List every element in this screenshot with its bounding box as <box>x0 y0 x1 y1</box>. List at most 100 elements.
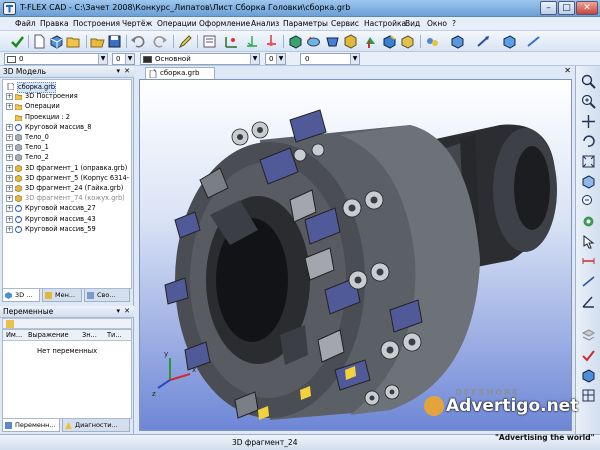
dimension-icon[interactable] <box>581 254 596 269</box>
column-type[interactable]: Ти... <box>107 331 122 339</box>
expand-icon[interactable]: + <box>6 185 13 192</box>
orbit-icon[interactable] <box>581 214 596 229</box>
expand-icon[interactable]: + <box>6 225 13 233</box>
distance-icon[interactable] <box>581 274 596 289</box>
panel-menu-icon[interactable]: ▾ <box>116 66 120 77</box>
assembly-icon[interactable] <box>450 34 465 49</box>
fit-all-icon[interactable] <box>581 154 596 169</box>
menu-file[interactable]: Файл <box>15 19 36 28</box>
expand-icon[interactable]: + <box>6 205 13 213</box>
tree-item[interactable]: Проекции : 2 <box>3 113 131 122</box>
expand-icon[interactable]: + <box>6 93 13 101</box>
menu-formatting[interactable]: Оформление <box>199 19 250 28</box>
check-icon[interactable] <box>581 348 596 363</box>
new-3d-model-icon[interactable] <box>49 34 64 49</box>
document-tab[interactable]: * сборка.grb <box>145 67 215 79</box>
menu-help[interactable]: ? <box>452 19 456 28</box>
grid-icon[interactable] <box>581 388 596 403</box>
tree-item[interactable]: + Операции <box>3 102 131 111</box>
pan-icon[interactable] <box>581 114 596 129</box>
expand-icon[interactable]: + <box>6 215 13 223</box>
tab-variables[interactable]: Переменн... <box>2 419 60 432</box>
tab-3d-model[interactable]: 3D ... <box>2 289 40 302</box>
extrusion-icon[interactable] <box>288 34 303 49</box>
tree-item[interactable]: + Тело_2 <box>3 153 131 162</box>
color-combo[interactable]: 0 ▼ <box>265 53 286 65</box>
menu-drawing[interactable]: Чертёж <box>122 19 152 28</box>
tree-item[interactable]: сборка.grb <box>3 82 131 93</box>
tab-menu[interactable]: Мен... <box>42 289 82 302</box>
menu-construction[interactable]: Построения <box>73 19 120 28</box>
array-icon[interactable] <box>425 34 440 49</box>
minimize-button[interactable]: – <box>540 1 557 15</box>
tree-item[interactable]: + Тело_0 <box>3 133 131 142</box>
tree-item[interactable]: +3D фрагмент_24 (Гайка.grb) <box>3 184 131 193</box>
page-view-icon[interactable] <box>202 34 217 49</box>
column-value[interactable]: Зн... <box>82 331 97 339</box>
layer-combo[interactable]: 0 ▼ <box>4 53 108 65</box>
zoom-window-icon[interactable] <box>581 74 596 89</box>
layers-icon[interactable] <box>581 328 596 343</box>
menu-window[interactable]: Окно <box>427 19 447 28</box>
variables-icon[interactable] <box>6 320 14 328</box>
tab-properties[interactable]: Сво... <box>84 289 130 302</box>
tab-diagnostics[interactable]: Диагности... <box>62 419 130 432</box>
menu-service[interactable]: Сервис <box>331 19 359 28</box>
expand-icon[interactable]: + <box>6 144 13 152</box>
menu-analysis[interactable]: Анализ <box>251 19 279 28</box>
tree-item[interactable]: + Круговой массив_59 <box>3 225 131 234</box>
tree-item[interactable]: + Круговой массив_8 <box>3 123 131 132</box>
edit-pencil-icon[interactable] <box>178 34 193 49</box>
expand-icon[interactable]: + <box>6 195 13 203</box>
fillet-icon[interactable] <box>400 34 415 49</box>
open-icon[interactable] <box>66 34 81 49</box>
variables-table[interactable]: Им... Выражение Зн... Ти... Нет переменн… <box>2 329 132 419</box>
chamfer-icon[interactable] <box>382 34 397 49</box>
menu-parameters[interactable]: Параметры <box>283 19 328 28</box>
tree-item[interactable]: +3D фрагмент_1 (оправка.grb) <box>3 164 131 173</box>
menu-settings[interactable]: Настройка <box>364 19 406 28</box>
undo-icon[interactable] <box>130 34 145 49</box>
axis-icon[interactable] <box>264 34 279 49</box>
expand-icon[interactable]: + <box>6 103 13 111</box>
menu-operations[interactable]: Операции <box>157 19 197 28</box>
menu-view[interactable]: Вид <box>405 19 420 28</box>
zoom-out-icon[interactable] <box>581 194 596 209</box>
chevron-down-icon[interactable]: ▼ <box>276 54 285 64</box>
confirm-icon[interactable] <box>10 34 25 49</box>
expand-icon[interactable]: + <box>6 123 13 131</box>
expand-icon[interactable]: + <box>6 174 13 182</box>
tree-item[interactable]: +3D Построения <box>3 92 131 101</box>
tree-item[interactable]: + Круговой массив_27 <box>3 204 131 213</box>
workplane-icon[interactable] <box>245 34 260 49</box>
expand-icon[interactable]: + <box>6 164 13 172</box>
close-button[interactable]: ✕ <box>576 1 598 15</box>
milling-head-model[interactable]: y x z <box>140 80 572 431</box>
chevron-down-icon[interactable]: ▼ <box>350 54 359 64</box>
panel-menu-icon[interactable]: ▾ <box>116 306 120 317</box>
priority-combo[interactable]: 0 ▼ <box>300 53 360 65</box>
select-icon[interactable] <box>581 234 596 249</box>
save-icon[interactable] <box>107 34 122 49</box>
view-cube-icon[interactable] <box>581 174 596 189</box>
column-expression[interactable]: Выражение <box>28 331 69 339</box>
document-close-icon[interactable]: ✕ <box>564 66 571 75</box>
rotation-icon[interactable] <box>306 34 321 49</box>
point-icon[interactable] <box>224 34 239 49</box>
section-icon[interactable] <box>581 368 596 383</box>
material-icon[interactable] <box>502 34 517 49</box>
maximize-button[interactable]: □ <box>558 1 575 15</box>
menu-edit[interactable]: Правка <box>40 19 69 28</box>
expand-icon[interactable]: + <box>6 154 13 162</box>
rotate-view-icon[interactable] <box>581 134 596 149</box>
expand-icon[interactable]: + <box>6 134 13 141</box>
3d-viewport[interactable]: y x z <box>139 79 572 431</box>
chevron-down-icon[interactable]: ▼ <box>98 54 107 64</box>
cut-icon[interactable] <box>526 34 541 49</box>
open-folder-icon[interactable] <box>90 34 105 49</box>
measure-icon[interactable] <box>476 34 491 49</box>
panel-close-icon[interactable]: ✕ <box>124 66 130 77</box>
loft-icon[interactable] <box>325 34 340 49</box>
redo-icon[interactable] <box>153 34 168 49</box>
boolean-icon[interactable] <box>363 34 378 49</box>
